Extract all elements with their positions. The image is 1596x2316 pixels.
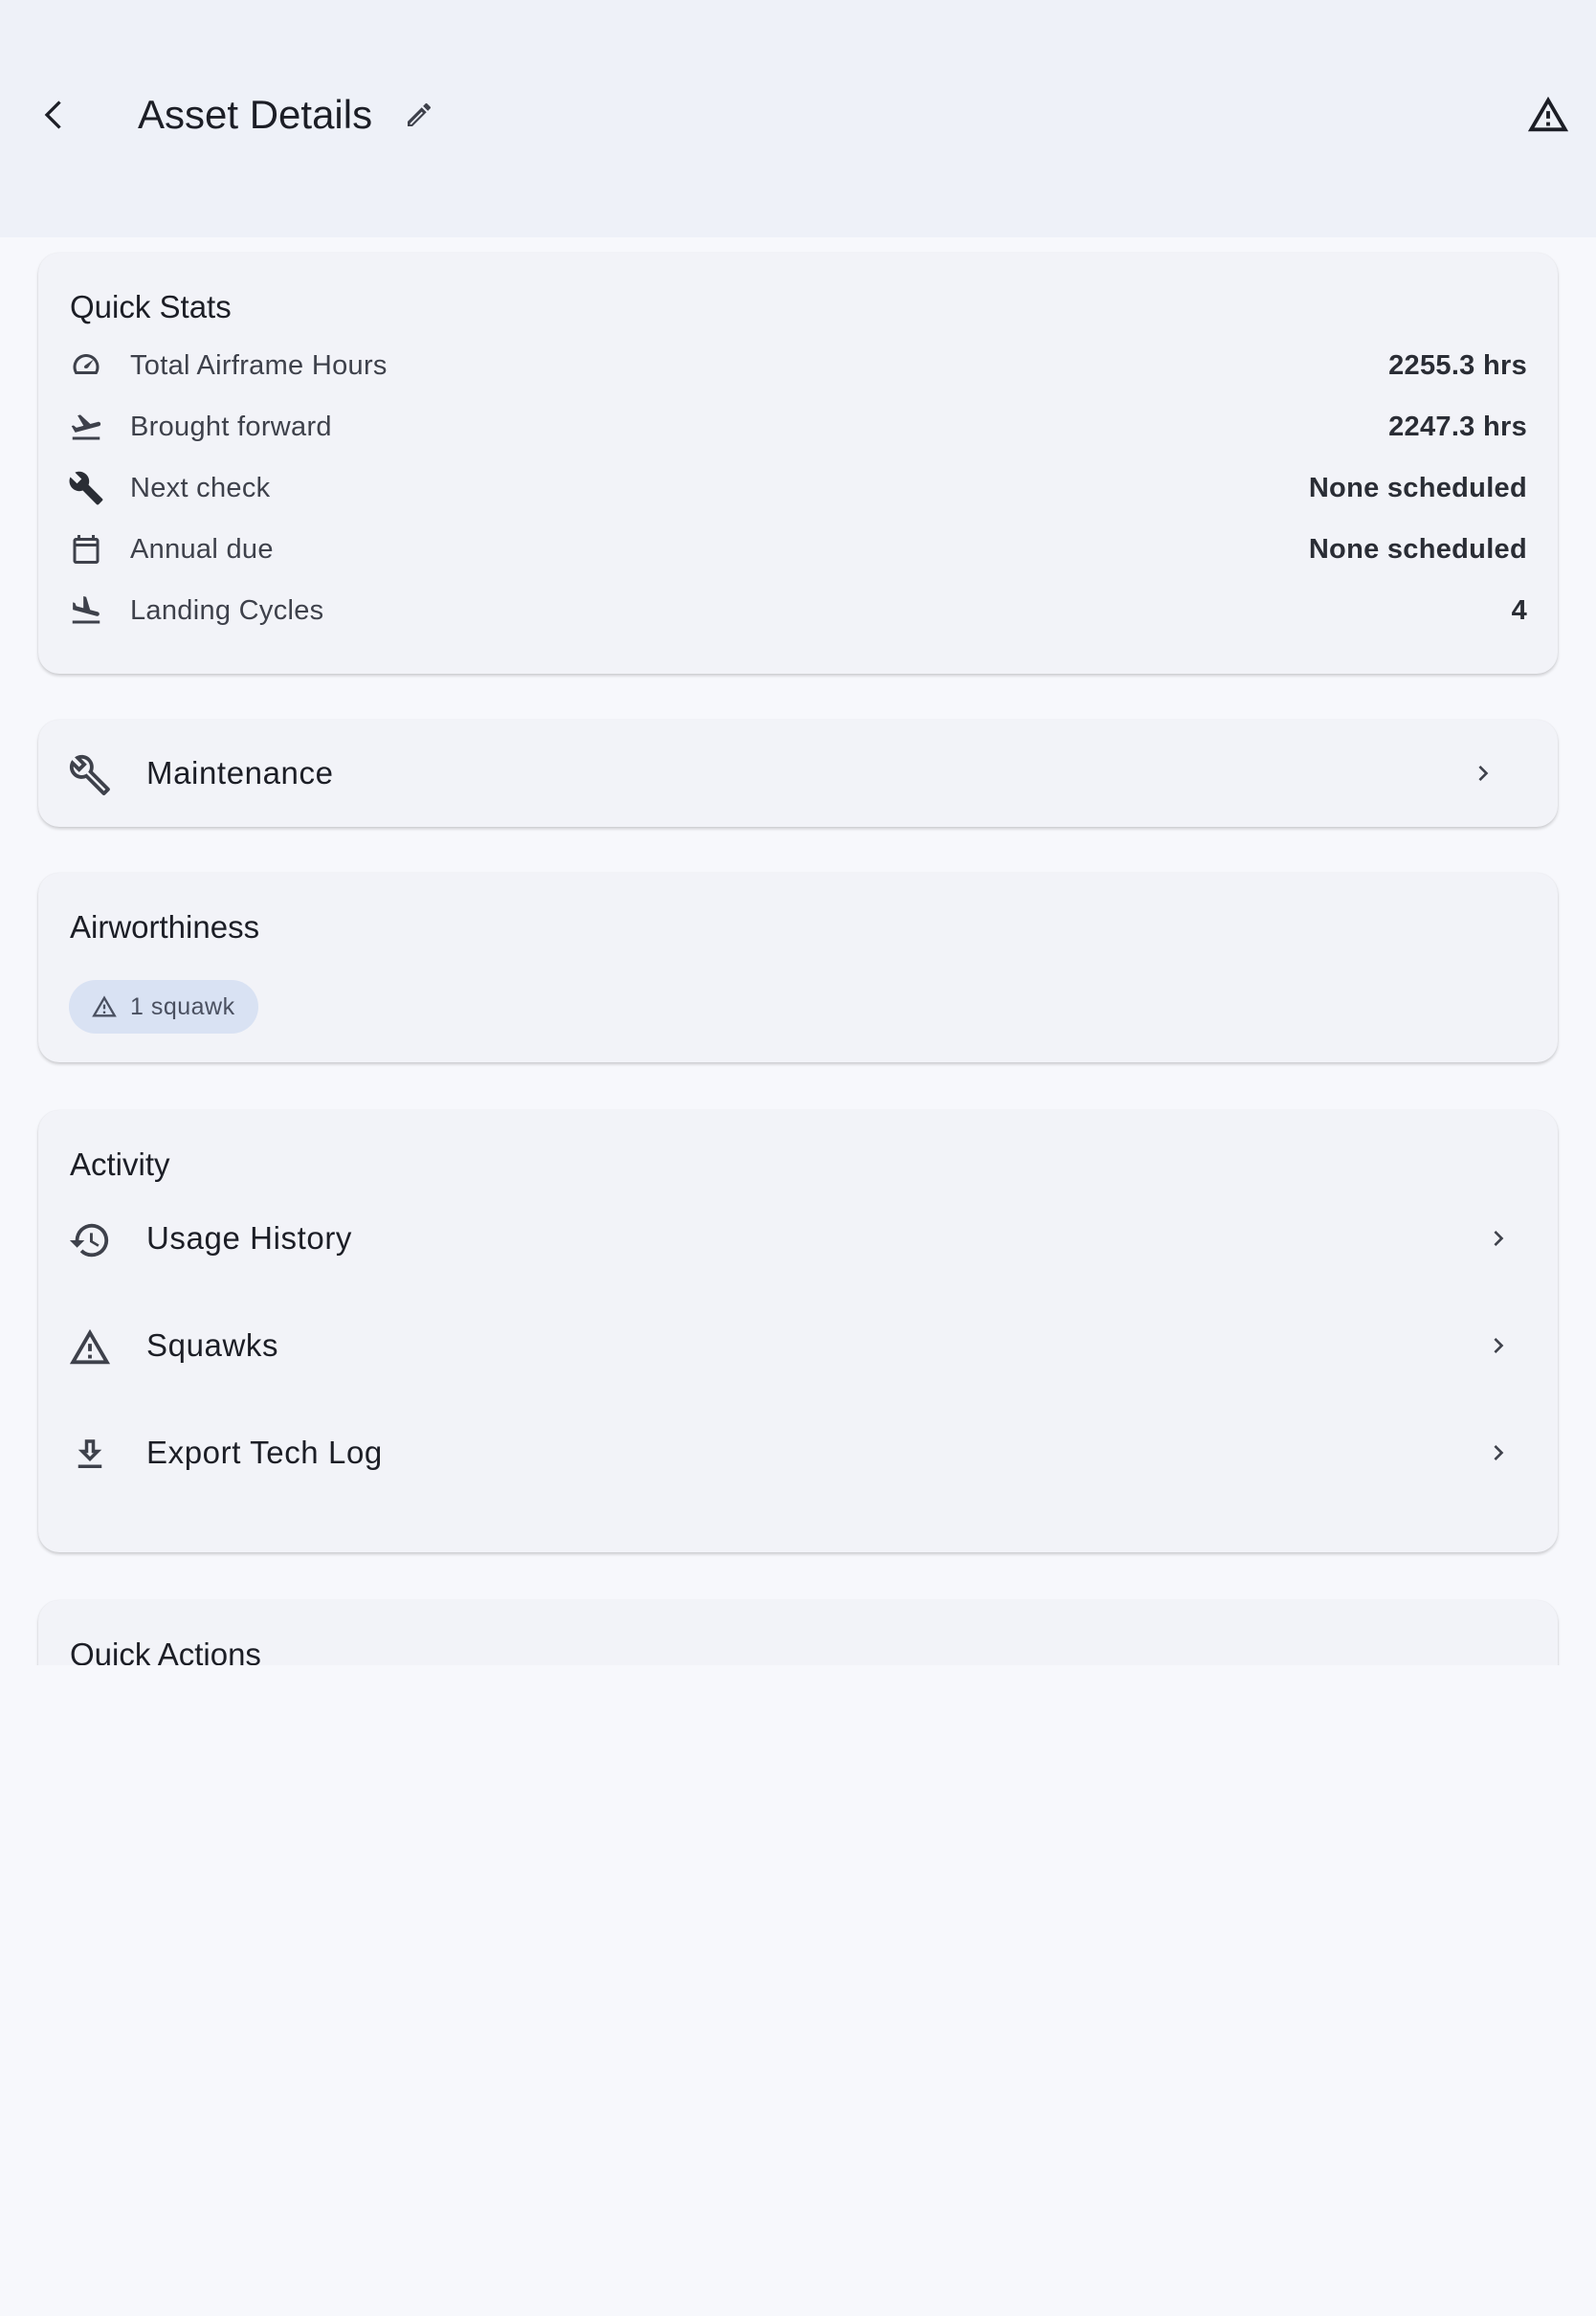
activity-item-label: Squawks: [146, 1327, 279, 1363]
maintenance-row[interactable]: Maintenance: [38, 720, 1558, 827]
stat-row-annual-due: Annual due None scheduled: [38, 519, 1558, 580]
page-title: Asset Details: [138, 92, 373, 137]
chevron-right-icon: [1481, 1436, 1516, 1470]
chevron-right-icon: [1481, 1328, 1516, 1363]
history-icon: [67, 1217, 113, 1263]
stat-value: None scheduled: [1308, 473, 1527, 503]
quick-stats-title: Quick Stats: [70, 289, 232, 324]
stat-value: 2247.3 hrs: [1388, 412, 1527, 442]
wrench-outline-icon: [67, 752, 113, 798]
chevron-right-icon: [1481, 1221, 1516, 1256]
stat-label: Landing Cycles: [130, 595, 324, 626]
maintenance-label: Maintenance: [146, 755, 334, 791]
chevron-right-icon: [1466, 756, 1500, 791]
stat-row-landing-cycles: Landing Cycles 4: [38, 580, 1558, 641]
alerts-button[interactable]: [1523, 90, 1573, 140]
stat-label: Total Airframe Hours: [130, 350, 388, 381]
page-background: [0, 1665, 1596, 2316]
pencil-icon: [408, 102, 431, 126]
chevron-left-icon: [44, 100, 61, 129]
quick-actions-title: Quick Actions: [70, 1637, 261, 1665]
airworthiness-title: Airworthiness: [70, 909, 260, 945]
stat-row-brought-forward: Brought forward 2247.3 hrs: [38, 396, 1558, 457]
warning-triangle-icon: [90, 992, 119, 1021]
stat-row-next-check: Next check None scheduled: [38, 457, 1558, 519]
wrench-icon: [67, 469, 105, 507]
calendar-icon: [67, 530, 105, 568]
content-scroll-area[interactable]: Quick Stats Total Airframe Hours 2255.3 …: [0, 237, 1596, 1665]
stat-label: Brought forward: [130, 412, 332, 442]
quick-stats-card: Quick Stats Total Airframe Hours 2255.3 …: [38, 253, 1558, 674]
squawk-chip[interactable]: 1 squawk: [69, 980, 258, 1034]
activity-item-label: Usage History: [146, 1220, 353, 1256]
activity-item-usage-history[interactable]: Usage History: [38, 1185, 1558, 1292]
stat-value: 2255.3 hrs: [1388, 350, 1527, 381]
maintenance-card[interactable]: Maintenance: [38, 720, 1558, 827]
app-bar: Asset Details: [0, 0, 1596, 237]
edit-button[interactable]: [396, 92, 442, 138]
activity-item-export-tech-log[interactable]: Export Tech Log: [38, 1399, 1558, 1506]
stat-row-total-airframe-hours: Total Airframe Hours 2255.3 hrs: [38, 335, 1558, 396]
activity-item-label: Export Tech Log: [146, 1435, 383, 1470]
warning-triangle-icon: [67, 1325, 113, 1370]
quick-actions-card: Quick Actions: [38, 1600, 1558, 1665]
airplane-landing-icon: [67, 591, 105, 630]
activity-title: Activity: [70, 1147, 170, 1182]
stat-value: 4: [1511, 595, 1527, 626]
stat-label: Next check: [130, 473, 271, 503]
download-icon: [67, 1432, 113, 1478]
warning-triangle-icon: [1527, 96, 1569, 132]
speedometer-icon: [67, 346, 105, 385]
back-button[interactable]: [29, 88, 82, 142]
activity-card: Activity Usage History Squawks Export Te…: [38, 1110, 1558, 1552]
airworthiness-card: Airworthiness 1 squawk: [38, 873, 1558, 1062]
squawk-chip-label: 1 squawk: [130, 992, 235, 1020]
stat-label: Annual due: [130, 534, 274, 565]
activity-item-squawks[interactable]: Squawks: [38, 1292, 1558, 1399]
stat-value: None scheduled: [1308, 534, 1527, 565]
airplane-takeoff-icon: [67, 408, 105, 446]
